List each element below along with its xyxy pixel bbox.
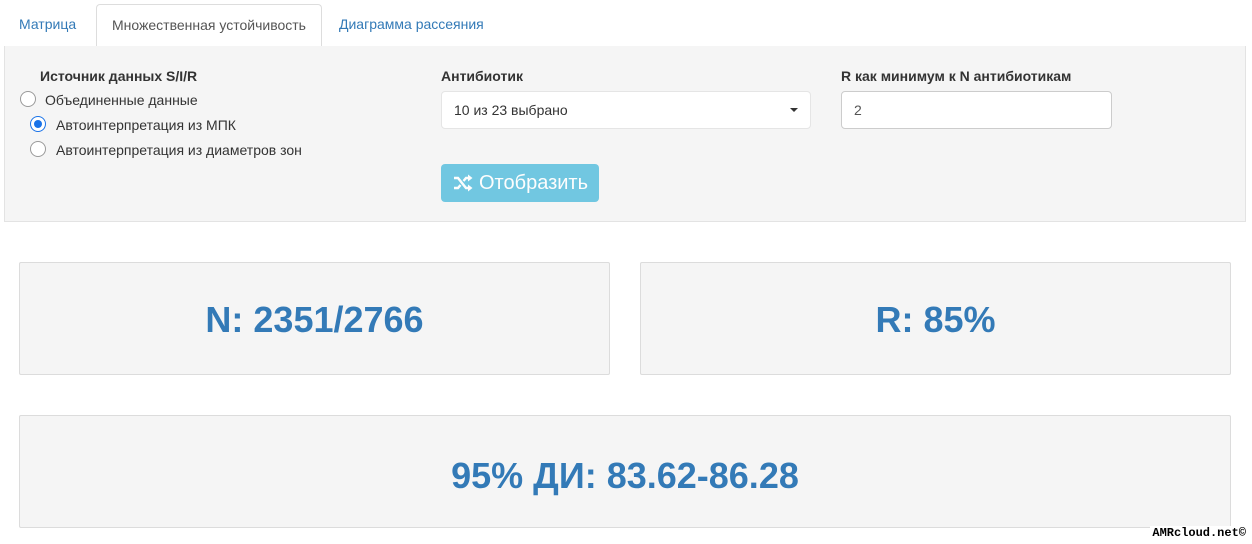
- radio-button[interactable]: [30, 141, 46, 157]
- radio-label: Автоинтерпретация из диаметров зон: [56, 142, 302, 158]
- controls-panel: Источник данных S/I/R Объединенные данны…: [4, 46, 1246, 222]
- watermark: AMRcloud.net©: [1150, 526, 1248, 540]
- tab-multiple-resistance[interactable]: Множественная устойчивость: [96, 4, 322, 47]
- chevron-down-icon: [790, 108, 798, 112]
- radio-label: Объединенные данные: [45, 92, 198, 108]
- stat-ci-value: 95% ДИ: 83.62-86.28: [451, 455, 799, 496]
- antibiotic-select[interactable]: 10 из 23 выбрано: [441, 91, 811, 129]
- stat-n-value: N: 2351/2766: [205, 299, 424, 340]
- source-label: Источник данных S/I/R: [40, 68, 198, 84]
- tab-matrix[interactable]: Матрица: [4, 4, 91, 45]
- stat-r-value: R: 85%: [875, 299, 996, 340]
- antibiotic-label: Антибиотик: [441, 68, 523, 84]
- radio-button-checked[interactable]: [30, 116, 46, 132]
- radio-button[interactable]: [20, 91, 36, 107]
- shuffle-icon: [454, 174, 473, 192]
- radio-label: Автоинтерпретация из МПК: [56, 117, 236, 133]
- antibiotic-selected-value: 10 из 23 выбрано: [454, 102, 568, 118]
- stat-box-ci: 95% ДИ: 83.62-86.28: [19, 415, 1231, 528]
- min-r-input[interactable]: 2: [841, 91, 1112, 129]
- stat-box-n: N: 2351/2766: [19, 262, 610, 375]
- show-button-label: Отобразить: [479, 172, 589, 194]
- tab-bar: Матрица Множественная устойчивость Диагр…: [4, 0, 1246, 47]
- show-button[interactable]: Отобразить: [441, 164, 599, 202]
- tab-scatter-plot[interactable]: Диаграмма рассеяния: [324, 4, 499, 45]
- min-r-label: R как минимум к N антибиотикам: [841, 68, 1072, 84]
- stat-box-r: R: 85%: [640, 262, 1231, 375]
